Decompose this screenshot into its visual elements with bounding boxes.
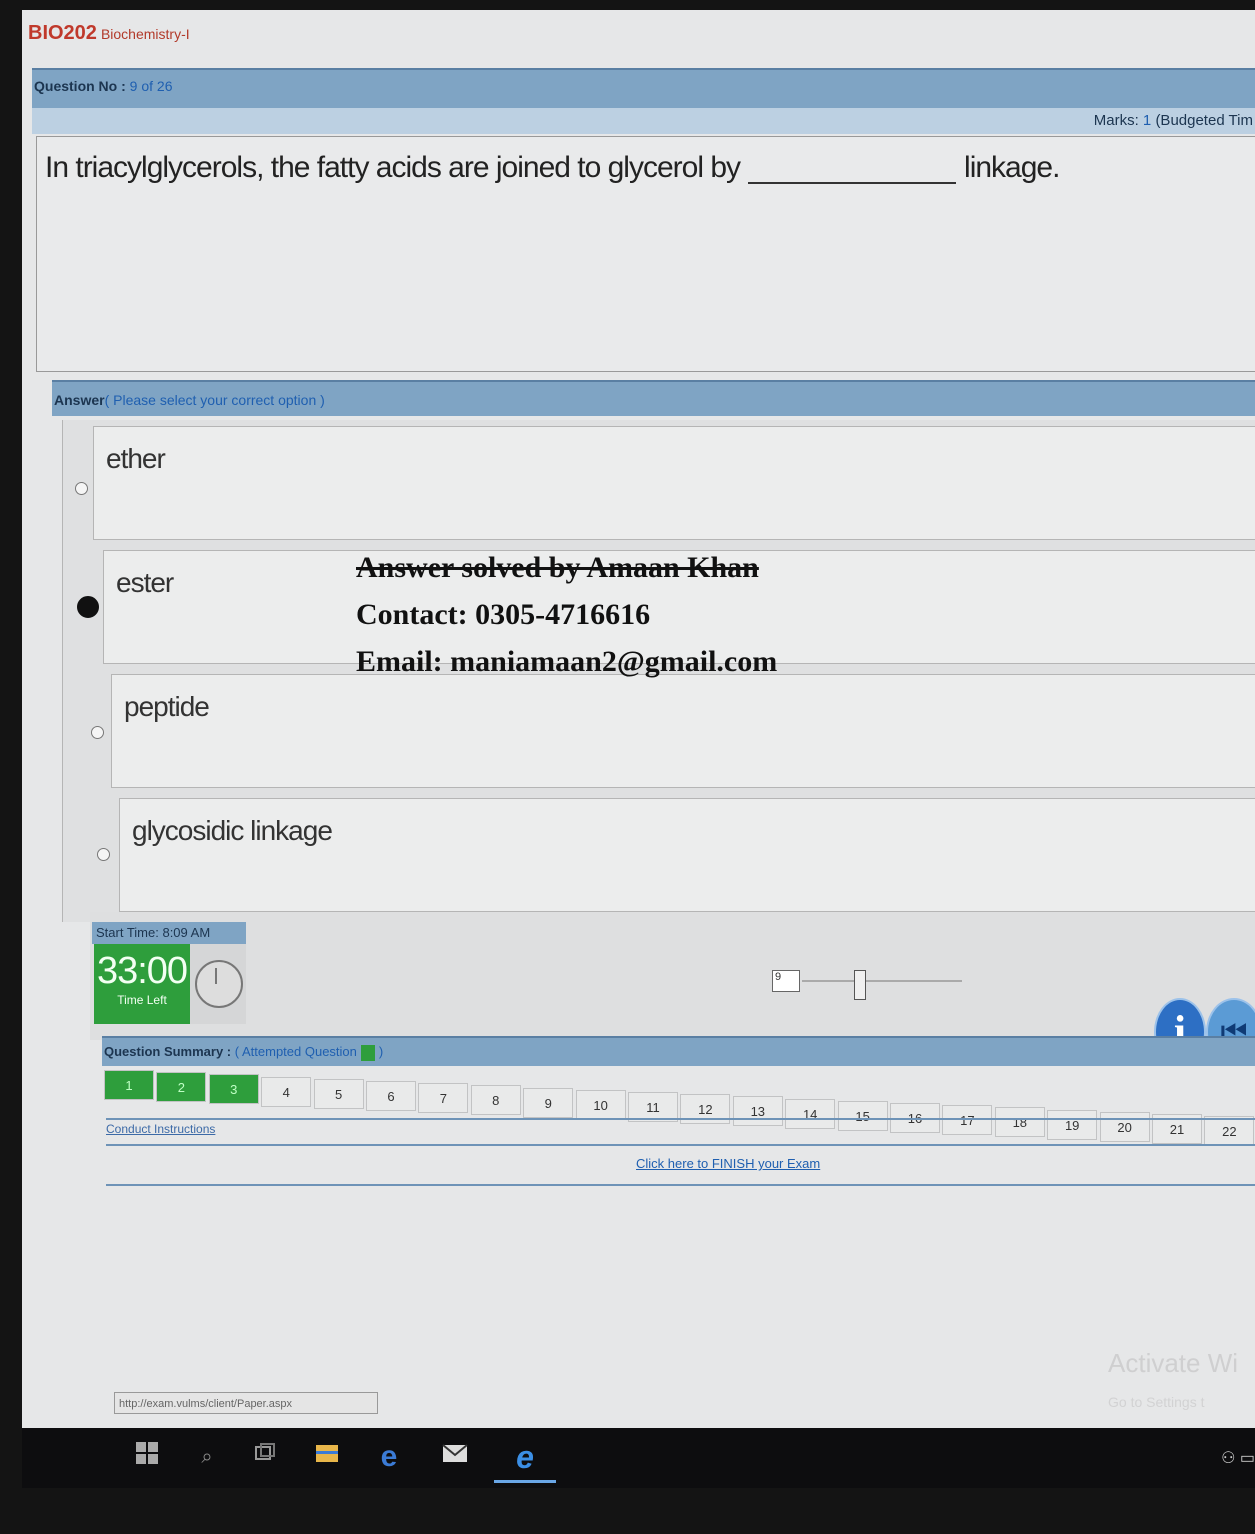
font-size-slider[interactable]: 9 [772, 968, 972, 1000]
divider [106, 1118, 1255, 1120]
question-cell[interactable]: 8 [470, 1085, 521, 1116]
question-cell[interactable]: 15 [837, 1100, 888, 1131]
active-app-indicator [494, 1480, 556, 1483]
course-code: BIO202 [28, 22, 97, 44]
question-cell[interactable]: 5 [313, 1078, 364, 1109]
option-label: peptide [124, 691, 210, 722]
instructions-link[interactable]: Conduct Instructions [106, 1122, 215, 1136]
slider-track[interactable] [802, 980, 962, 982]
answer-header-bar: Answer( Please select your correct optio… [52, 380, 1255, 416]
question-cell[interactable]: 7 [418, 1083, 469, 1114]
option-radio[interactable] [75, 482, 88, 495]
question-cell[interactable]: 20 [1099, 1111, 1150, 1142]
option-row[interactable]: peptide [111, 674, 1255, 788]
option-label: ester [116, 567, 174, 598]
question-cell[interactable]: 9 [523, 1087, 574, 1118]
summary-hint: ( Attempted Question [234, 1044, 357, 1059]
question-cell[interactable]: 1 [104, 1070, 154, 1100]
question-cell[interactable]: 22 [1204, 1116, 1255, 1147]
option-radio-selected[interactable] [77, 596, 99, 618]
clock-icon [190, 944, 246, 1024]
question-grid: 1 2 3 4 5 6 7 8 9 10 11 12 13 14 15 16 17 18 19 20 21 22 [104, 1070, 1255, 1147]
question-cell[interactable]: 3 [208, 1074, 259, 1105]
question-cell[interactable]: 13 [732, 1096, 783, 1127]
task-view-icon[interactable] [250, 1442, 280, 1472]
option-label: glycosidic linkage [132, 815, 333, 846]
question-header-bar: Question No : 9 of 26 [32, 68, 1255, 110]
question-number-label: Question No : 9 of 26 [34, 78, 173, 94]
windows-start-icon[interactable] [132, 1442, 162, 1472]
taskbar: ⌕ e e ⚇ ▭ [22, 1428, 1255, 1488]
marks-bar: Marks: 1 (Budgeted Tim [32, 108, 1255, 134]
fill-blank [748, 154, 957, 185]
question-summary-bar: Question Summary : ( Attempted Question) [102, 1036, 1255, 1066]
system-tray: ⚇ ▭ [1221, 1448, 1255, 1468]
slider-handle[interactable] [854, 970, 866, 1000]
answer-hint: ( Please select your correct option ) [104, 392, 325, 408]
activate-windows-watermark: Activate Wi [1108, 1348, 1239, 1378]
question-cell[interactable]: 17 [942, 1105, 993, 1136]
question-cell[interactable]: 19 [1047, 1109, 1098, 1140]
question-cell[interactable]: 18 [994, 1107, 1045, 1138]
file-explorer-icon[interactable] [312, 1442, 342, 1472]
course-title: BIO202 Biochemistry-I [28, 22, 190, 45]
bottom-panel [90, 912, 1255, 1040]
summary-label: Question Summary : [104, 1044, 232, 1059]
question-cell[interactable]: 2 [156, 1072, 207, 1103]
question-box: In triacylglycerols, the fatty acids are… [36, 136, 1255, 372]
question-cell[interactable]: 10 [575, 1089, 626, 1120]
people-icon[interactable]: ⚇ [1221, 1450, 1235, 1467]
question-cell[interactable]: 14 [785, 1098, 836, 1129]
course-name: Biochemistry-I [100, 26, 190, 42]
internet-explorer-icon[interactable]: e [510, 1441, 540, 1473]
activate-windows-subtext: Go to Settings t [1108, 1394, 1205, 1410]
divider [106, 1144, 1255, 1146]
time-left: 33:00 [96, 950, 188, 992]
question-number: 9 of 26 [129, 78, 173, 94]
edge-icon[interactable]: e [374, 1442, 404, 1472]
option-label: ether [106, 443, 166, 474]
question-cell[interactable]: 4 [261, 1076, 312, 1107]
search-icon[interactable]: ⌕ [192, 1442, 222, 1472]
option-radio[interactable] [97, 848, 110, 861]
question-text: In triacylglycerols, the fatty acids are… [45, 151, 1060, 185]
answer-overlay-text: Answer solved by Amaan Khan Contact: 030… [356, 551, 778, 678]
notification-icon[interactable]: ▭ [1240, 1450, 1255, 1467]
slider-value: 9 [772, 970, 800, 992]
question-cell[interactable]: 6 [366, 1081, 416, 1111]
time-left-label: Time Left [117, 993, 167, 1007]
budgeted-time: (Budgeted Tim [1155, 112, 1253, 129]
marks-value: 1 [1142, 112, 1152, 129]
attempted-legend-swatch [360, 1044, 375, 1061]
finish-exam-link[interactable]: Click here to FINISH your Exam [636, 1156, 820, 1171]
status-url: http://exam.vulms/client/Paper.aspx [114, 1392, 378, 1414]
option-radio[interactable] [91, 726, 104, 739]
divider [106, 1184, 1255, 1186]
start-time: Start Time: 8:09 AM [92, 922, 246, 944]
exam-window: BIO202 Biochemistry-I Question No : 9 of … [22, 10, 1255, 1488]
answer-label: Answer( Please select your correct optio… [54, 392, 325, 408]
option-row[interactable]: glycosidic linkage [119, 798, 1255, 912]
option-row[interactable]: ether [93, 426, 1255, 540]
mail-icon[interactable] [440, 1442, 470, 1472]
marks-info: Marks: 1 (Budgeted Tim [1093, 112, 1253, 129]
timer: 33:00 Time Left [94, 944, 190, 1024]
